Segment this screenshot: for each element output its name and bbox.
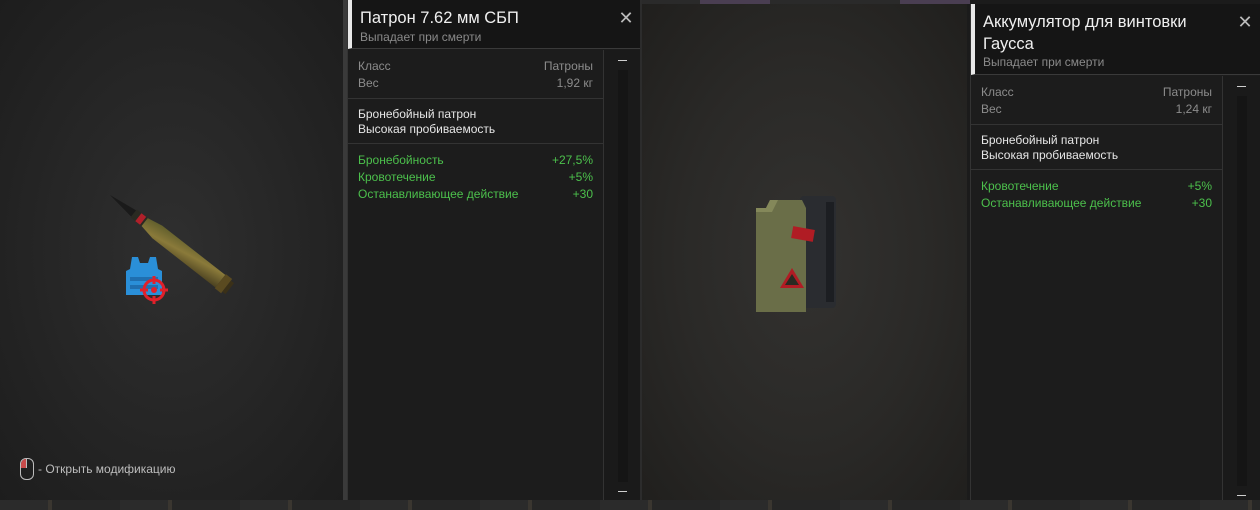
- item-stats: Бронебойность +27,5% Кровотечение +5% Ос…: [348, 144, 603, 209]
- item-drop-note: Выпадает при смерти: [983, 55, 1105, 69]
- item-title: Аккумулятор для винтовки Гаусса: [983, 13, 1187, 53]
- stat-row: Бронебойность +27,5%: [358, 152, 593, 169]
- description-line: Высокая пробиваемость: [358, 122, 496, 136]
- property-key: Класс: [981, 85, 1014, 99]
- item-properties: Класс Патроны Вес 1,92 кг: [348, 50, 603, 99]
- description-line: Бронебойный патрон: [981, 133, 1100, 147]
- scroll-track[interactable]: [618, 70, 628, 482]
- stat-name: Останавливающее действие: [981, 196, 1142, 210]
- scroll-down-marker[interactable]: [618, 491, 627, 492]
- description-line: Высокая пробиваемость: [981, 148, 1119, 162]
- gauss-battery-icon: [756, 196, 836, 312]
- stat-value: +27,5%: [551, 153, 593, 167]
- property-weight: Вес 1,92 кг: [358, 75, 593, 92]
- property-class: Класс Патроны: [358, 58, 593, 75]
- stat-name: Бронебойность: [358, 153, 444, 167]
- scroll-up-marker[interactable]: [1237, 86, 1246, 87]
- hint-label: - Открыть модификацию: [38, 462, 176, 476]
- item-drop-note: Выпадает при смерти: [360, 30, 482, 44]
- stat-row: Останавливающее действие +30: [358, 186, 593, 203]
- close-button[interactable]: ✕: [618, 7, 634, 28]
- item-header: Аккумулятор для винтовки Гаусса Выпадает…: [971, 4, 1260, 75]
- item-title: Патрон 7.62 мм СБП: [360, 9, 519, 27]
- bullet-icon: [110, 195, 235, 295]
- property-value: Патроны: [1162, 85, 1212, 99]
- item-header: Патрон 7.62 мм СБП Выпадает при смерти ✕: [348, 0, 642, 49]
- crosshair-icon: [140, 276, 168, 304]
- property-value: 1,24 кг: [1175, 102, 1212, 116]
- stat-row: Кровотечение +5%: [358, 169, 593, 186]
- property-key: Вес: [981, 102, 1002, 116]
- mouse-left-click-icon: [20, 458, 34, 480]
- description-line: Бронебойный патрон: [358, 107, 477, 121]
- scroll-down-marker[interactable]: [1237, 495, 1246, 496]
- inventory-background-strip: [0, 500, 1260, 510]
- item-stats: Кровотечение +5% Останавливающее действи…: [971, 170, 1222, 218]
- property-key: Класс: [358, 59, 391, 73]
- stat-value: +30: [572, 187, 593, 201]
- scroll-up-marker[interactable]: [618, 60, 627, 61]
- item-info-panel-right: Аккумулятор для винтовки Гаусса Выпадает…: [970, 4, 1260, 506]
- item-description: Бронебойный патрон Высокая пробиваемость: [348, 99, 603, 144]
- scroll-track[interactable]: [1237, 96, 1247, 486]
- inventory-screen: - Открыть модификацию Патрон 7.62 мм СБП…: [0, 0, 1260, 510]
- details-scrollbar[interactable]: [604, 50, 642, 502]
- close-icon: ✕: [618, 7, 634, 28]
- item-details: Класс Патроны Вес 1,24 кг Бронебойный па…: [971, 76, 1223, 506]
- stat-name: Кровотечение: [981, 179, 1059, 193]
- stat-row: Кровотечение +5%: [981, 178, 1212, 195]
- item-preview-left: - Открыть модификацию: [0, 0, 343, 500]
- stat-value: +30: [1191, 196, 1212, 210]
- stat-name: Останавливающее действие: [358, 187, 519, 201]
- item-preview-right: [642, 4, 967, 506]
- item-description: Бронебойный патрон Высокая пробиваемость: [971, 125, 1222, 170]
- details-scrollbar[interactable]: [1223, 76, 1260, 506]
- property-class: Класс Патроны: [981, 84, 1212, 101]
- property-weight: Вес 1,24 кг: [981, 101, 1212, 118]
- item-info-panel-left: Патрон 7.62 мм СБП Выпадает при смерти ✕…: [347, 0, 642, 502]
- open-modification-hint[interactable]: - Открыть модификацию: [20, 458, 176, 480]
- item-properties: Класс Патроны Вес 1,24 кг: [971, 76, 1222, 125]
- close-button[interactable]: ✕: [1237, 11, 1253, 32]
- property-value: Патроны: [543, 59, 593, 73]
- close-icon: ✕: [1237, 11, 1253, 32]
- property-value: 1,92 кг: [556, 76, 593, 90]
- stat-value: +5%: [568, 170, 593, 184]
- stat-row: Останавливающее действие +30: [981, 195, 1212, 212]
- item-details: Класс Патроны Вес 1,92 кг Бронебойный па…: [348, 50, 604, 502]
- stat-name: Кровотечение: [358, 170, 436, 184]
- stat-value: +5%: [1187, 179, 1212, 193]
- property-key: Вес: [358, 76, 379, 90]
